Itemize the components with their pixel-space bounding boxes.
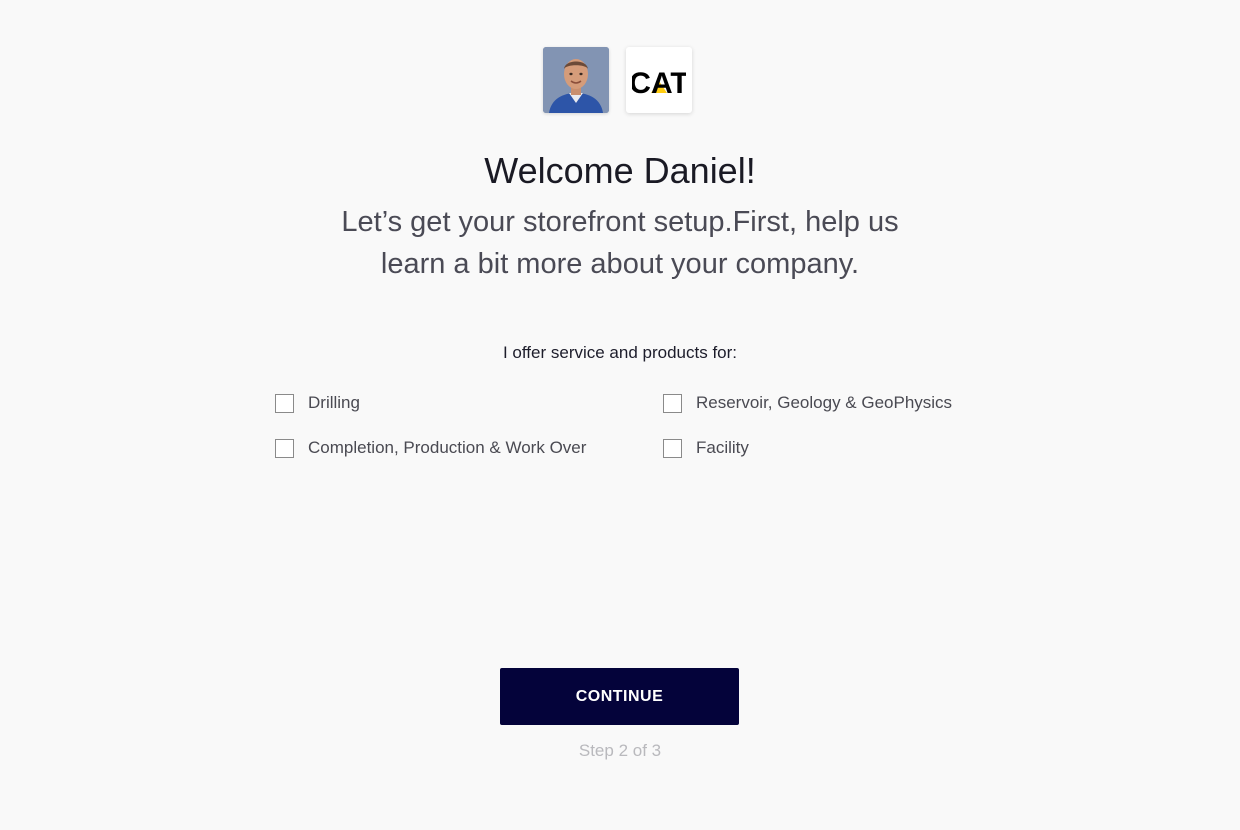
continue-button[interactable]: CONTINUE xyxy=(500,668,739,725)
cat-logo-icon: CAT xyxy=(632,67,686,97)
option-drilling[interactable]: Drilling xyxy=(275,393,360,413)
option-label: Completion, Production & Work Over xyxy=(308,438,587,457)
option-reservoir-geology[interactable]: Reservoir, Geology & GeoPhysics xyxy=(663,393,952,413)
option-completion-production[interactable]: Completion, Production & Work Over xyxy=(275,438,586,458)
header-logos: CAT xyxy=(543,47,692,113)
checkbox-completion-production[interactable] xyxy=(275,438,294,458)
user-avatar xyxy=(543,47,609,113)
checkbox-facility[interactable] xyxy=(663,438,682,458)
person-photo-icon xyxy=(543,47,609,113)
page-title: Welcome Daniel! xyxy=(484,150,756,191)
option-label: Drilling xyxy=(308,393,360,412)
checkbox-drilling[interactable] xyxy=(275,393,294,413)
checkbox-reservoir-geology[interactable] xyxy=(663,393,682,413)
page-subtitle: Let’s get your storefront setup.First, h… xyxy=(341,206,899,280)
form-question: I offer service and products for: xyxy=(502,343,738,362)
company-logo-text: CAT xyxy=(632,67,686,97)
step-indicator: Step 2 of 3 xyxy=(578,741,662,760)
option-facility[interactable]: Facility xyxy=(663,438,749,458)
option-label: Reservoir, Geology & GeoPhysics xyxy=(696,393,953,412)
company-logo: CAT xyxy=(626,47,692,113)
option-label: Facility xyxy=(696,438,749,457)
